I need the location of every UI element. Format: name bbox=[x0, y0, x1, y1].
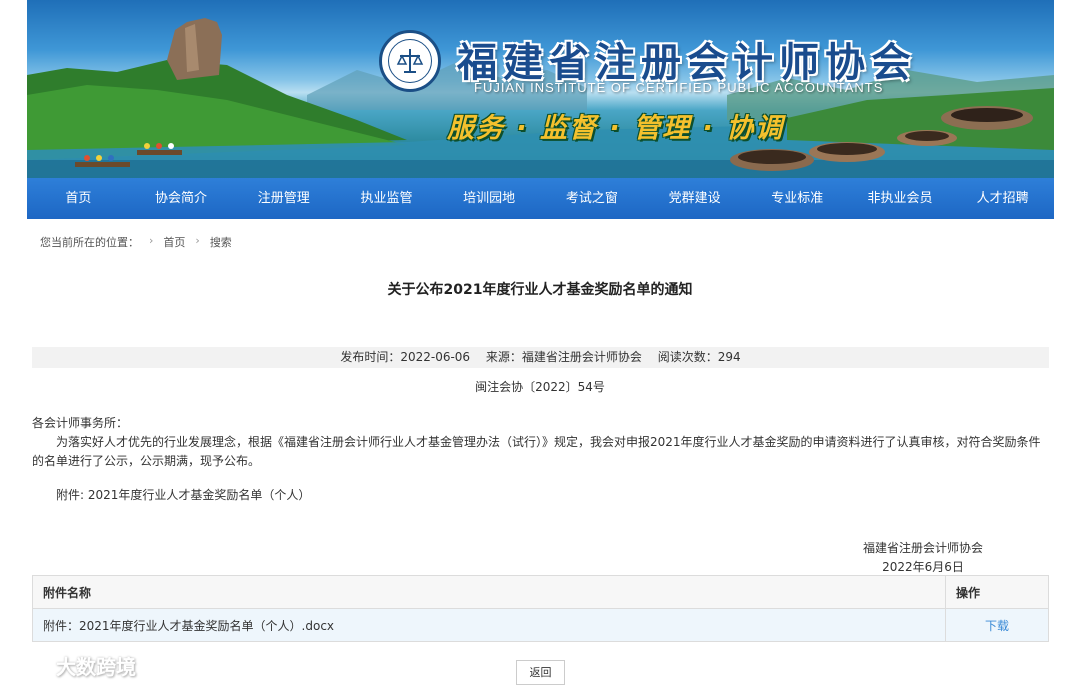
site-title-en: FUJIAN INSTITUTE OF CERTIFIED PUBLIC ACC… bbox=[474, 80, 884, 95]
nav-item-exam[interactable]: 考试之窗 bbox=[541, 178, 644, 219]
breadcrumb-home-link[interactable]: 首页 bbox=[163, 234, 185, 250]
nav-item-registration[interactable]: 注册管理 bbox=[232, 178, 335, 219]
attachment-note: 附件: 2021年度行业人才基金奖励名单（个人） bbox=[56, 488, 311, 502]
chevron-right-icon: › bbox=[149, 234, 154, 247]
article-meta: 发布时间：2022-06-06 来源：福建省注册会计师协会 阅读次数：294 bbox=[32, 347, 1049, 368]
nav-item-training[interactable]: 培训园地 bbox=[438, 178, 541, 219]
signature-block: 福建省注册会计师协会 2022年6月6日 bbox=[856, 539, 990, 577]
nav-item-standards[interactable]: 专业标准 bbox=[746, 178, 849, 219]
view-count: 阅读次数：294 bbox=[657, 350, 741, 364]
nav-item-supervision[interactable]: 执业监管 bbox=[335, 178, 438, 219]
table-header-row: 附件名称 操作 bbox=[32, 575, 1049, 609]
article-source: 来源：福建省注册会计师协会 bbox=[485, 350, 642, 364]
site-banner: 福建省注册会计师协会 FUJIAN INSTITUTE OF CERTIFIED… bbox=[27, 0, 1054, 178]
breadcrumb-label: 您当前所在的位置： bbox=[40, 236, 139, 249]
back-button[interactable]: 返回 bbox=[516, 660, 565, 685]
site-slogan: 服务 · 监督 · 管理 · 协调 bbox=[447, 113, 785, 144]
nav-item-recruitment[interactable]: 人才招聘 bbox=[951, 178, 1054, 219]
body-paragraph: 为落实好人才优先的行业发展理念，根据《福建省注册会计师行业人才基金管理办法（试行… bbox=[32, 435, 1041, 468]
nav-item-home[interactable]: 首页 bbox=[27, 178, 130, 219]
chevron-right-icon: › bbox=[195, 234, 200, 247]
watermark-text: 大数跨境 bbox=[56, 655, 136, 679]
main-navigation: 首页 协会简介 注册管理 执业监管 培训园地 考试之窗 党群建设 专业标准 非执… bbox=[27, 178, 1054, 219]
table-row: 附件：2021年度行业人才基金奖励名单（个人）.docx 下载 bbox=[32, 608, 1049, 642]
breadcrumb-current: 搜索 bbox=[209, 236, 232, 249]
nav-item-party[interactable]: 党群建设 bbox=[643, 178, 746, 219]
publish-time: 发布时间：2022-06-06 bbox=[340, 350, 471, 364]
accounting-seal-icon bbox=[379, 30, 441, 92]
breadcrumb: 您当前所在的位置： › 首页 › 搜索 bbox=[40, 234, 232, 250]
watermark-logo-icon bbox=[10, 655, 49, 675]
nav-item-non-practicing[interactable]: 非执业会员 bbox=[849, 178, 952, 219]
attachment-file-name: 附件：2021年度行业人才基金奖励名单（个人）.docx bbox=[32, 608, 946, 642]
article-body: 各会计师事务所： 为落实好人才优先的行业发展理念，根据《福建省注册会计师行业人才… bbox=[32, 414, 1047, 471]
download-link[interactable]: 下载 bbox=[985, 619, 1009, 633]
watermark: 大数跨境 bbox=[10, 651, 136, 680]
article-title: 关于公布2021年度行业人才基金奖励名单的通知 bbox=[387, 282, 693, 298]
attachment-action-cell: 下载 bbox=[945, 608, 1049, 642]
salutation: 各会计师事务所： bbox=[32, 416, 129, 430]
nav-item-about[interactable]: 协会简介 bbox=[130, 178, 233, 219]
attachments-table: 附件名称 操作 附件：2021年度行业人才基金奖励名单（个人）.docx 下载 bbox=[32, 575, 1049, 642]
column-header-name: 附件名称 bbox=[32, 575, 946, 609]
column-header-op: 操作 bbox=[945, 575, 1049, 609]
signature-org: 福建省注册会计师协会 bbox=[862, 541, 983, 555]
document-number: 闽注会协〔2022〕54号 bbox=[475, 380, 605, 394]
